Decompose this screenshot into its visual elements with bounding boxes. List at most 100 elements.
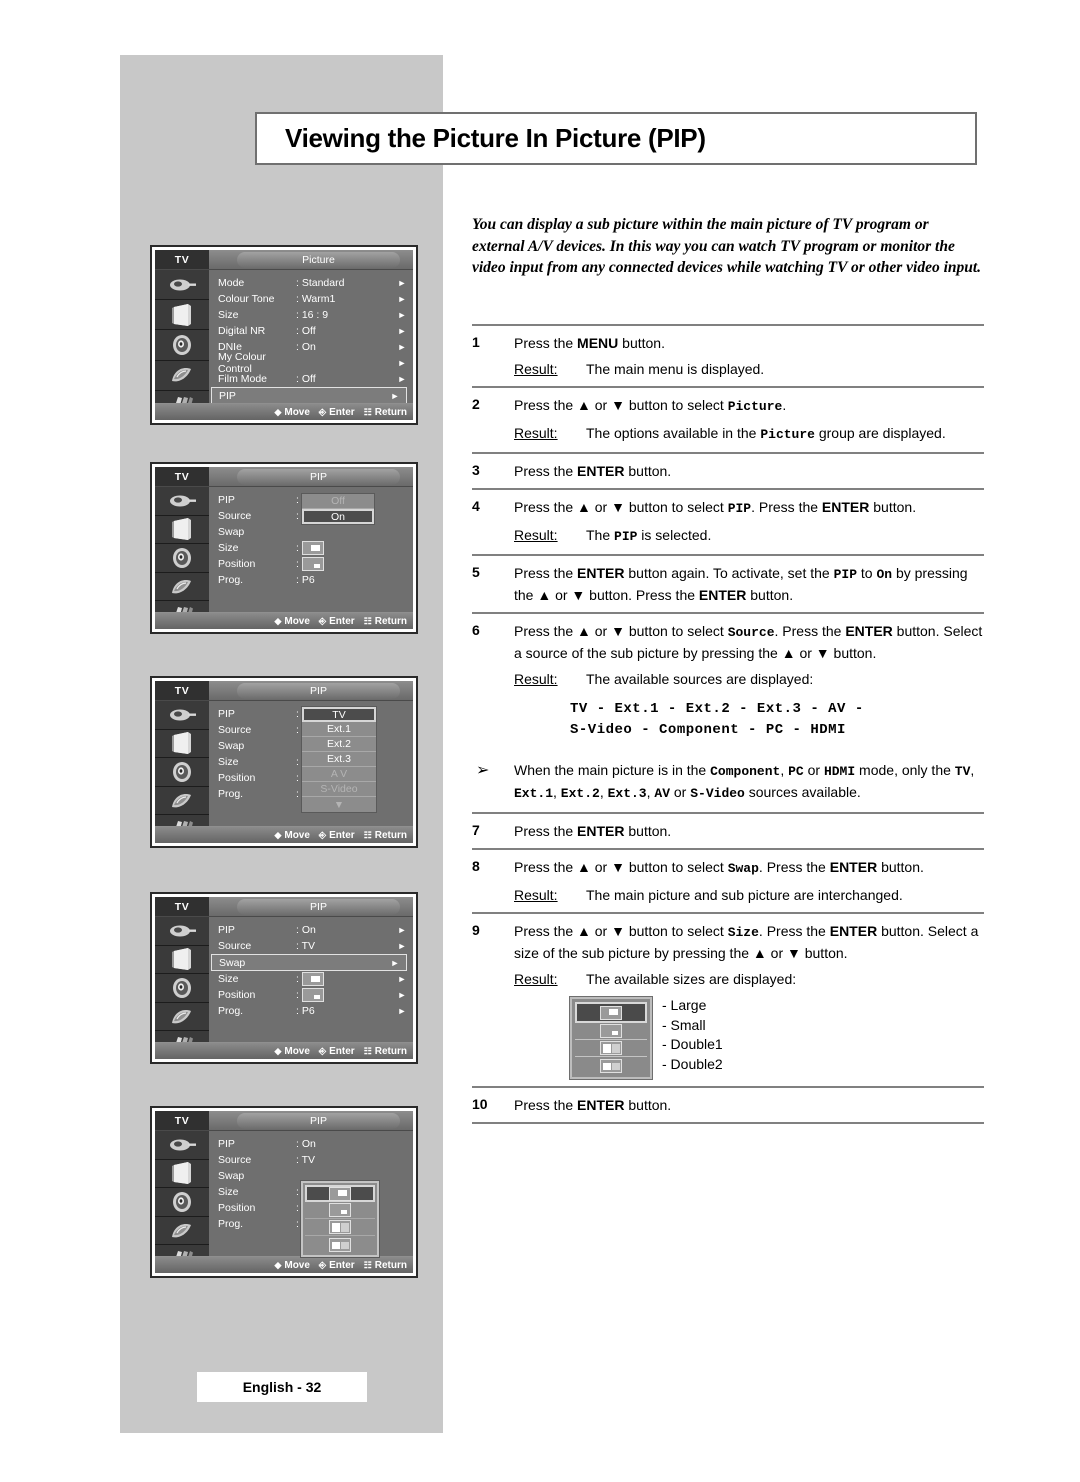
pip-size-glyph-small-icon xyxy=(600,1024,622,1038)
step-number: 7 xyxy=(472,822,480,838)
osd-tv-badge: TV xyxy=(155,250,209,269)
osd-popup-item[interactable]: Ext.1 xyxy=(302,722,376,737)
input-plug-icon[interactable] xyxy=(155,701,209,730)
osd-menu-row[interactable]: Swap xyxy=(209,524,413,540)
sound-speaker-icon[interactable] xyxy=(155,330,209,361)
osd-titlebar: TV PIP xyxy=(155,467,413,487)
osd-menu-row[interactable]: Size : xyxy=(209,540,413,556)
osd-popup-item[interactable] xyxy=(305,1236,375,1253)
feature-icon[interactable] xyxy=(155,1217,209,1246)
input-plug-icon[interactable] xyxy=(155,1131,209,1160)
osd-menu-row[interactable]: PIP : On ► xyxy=(209,922,413,938)
osd-menu-row[interactable]: Prog. : P6 ► xyxy=(209,1003,413,1019)
osd-menu-row[interactable]: Colour Tone : Warm1 ► xyxy=(209,291,413,307)
osd-menu-row[interactable]: Position : xyxy=(209,556,413,572)
osd-titlebar: TV PIP xyxy=(155,1111,413,1131)
osd-popup-item[interactable]: TV xyxy=(302,707,376,722)
feature-icon[interactable] xyxy=(155,787,209,816)
picture-tv-icon[interactable] xyxy=(155,300,209,331)
step-text: Press the ENTER button. xyxy=(514,463,672,479)
instruction-step: 3 Press the ENTER button. xyxy=(472,454,984,488)
osd-onoff-popup[interactable]: Off On xyxy=(301,493,375,525)
result-label: Result: xyxy=(514,527,558,543)
osd-popup-item[interactable]: Off xyxy=(302,494,374,509)
enter-key-icon: ⎆ xyxy=(318,615,327,626)
result-text: The available sizes are displayed: xyxy=(586,971,797,987)
osd-row-label: Swap xyxy=(218,740,245,752)
step-text: Press the ▲ or ▼ button to select Pictur… xyxy=(514,395,984,445)
osd-popup-item[interactable]: Ext.3 xyxy=(302,752,376,767)
osd-popup-item[interactable]: On xyxy=(302,509,374,524)
step-result: Result: The options available in the Pic… xyxy=(514,423,984,445)
osd-popup-item[interactable] xyxy=(305,1202,375,1219)
osd-row-label: Prog. xyxy=(218,1005,244,1017)
size-option-cell[interactable] xyxy=(575,1023,647,1040)
feature-icon[interactable] xyxy=(155,573,209,602)
osd-popup-item[interactable] xyxy=(305,1219,375,1236)
size-option-cell[interactable] xyxy=(575,1002,647,1023)
osd-screenshot-5: TV PIP PIP : On Source : TV Swap Size : xyxy=(150,1106,418,1278)
return-key-icon: ☷ xyxy=(363,406,372,417)
sound-speaker-icon[interactable] xyxy=(155,544,209,573)
osd-popup-item[interactable]: A V xyxy=(302,767,376,782)
osd-row-label: Size xyxy=(218,309,239,321)
note-bullet-icon: ➢ xyxy=(476,762,490,779)
osd-row-label: PIP xyxy=(218,1138,235,1150)
input-plug-icon[interactable] xyxy=(155,487,209,516)
osd-row-arrow-icon: ► xyxy=(390,957,400,968)
picture-tv-icon[interactable] xyxy=(155,730,209,759)
size-label-list: - Large - Small - Double1 - Double2 xyxy=(662,997,723,1079)
step-number: 1 xyxy=(472,334,480,350)
picture-tv-icon[interactable] xyxy=(155,516,209,545)
osd-menu-row[interactable]: My Colour Control ► xyxy=(209,351,413,375)
osd-menu-row[interactable]: Source : TV ► xyxy=(209,938,413,954)
size-option-cell[interactable] xyxy=(575,1040,647,1057)
osd-popup-item[interactable]: Ext.2 xyxy=(302,737,376,752)
osd-menu-row[interactable]: Size : ► xyxy=(209,971,413,987)
osd-row-value: : Off xyxy=(296,373,316,385)
sound-speaker-icon[interactable] xyxy=(155,1188,209,1217)
osd-icon-sidebar xyxy=(155,1131,209,1273)
osd-screenshot-3: TV PIP PIP : Source : Swap Size : Positi… xyxy=(150,676,418,848)
instruction-step: 4 Press the ▲ or ▼ button to select PIP.… xyxy=(472,490,984,554)
page-title-box: Viewing the Picture In Picture (PIP) xyxy=(255,112,977,165)
osd-menu-row[interactable]: Swap ► xyxy=(211,954,407,971)
osd-menu-row[interactable]: Source : TV xyxy=(209,1152,413,1168)
osd-size-popup[interactable] xyxy=(300,1180,380,1258)
osd-row-label: Swap xyxy=(219,956,246,969)
note-row: ➢ When the main picture is in the Compon… xyxy=(472,748,984,812)
result-text: The available sources are displayed: xyxy=(586,671,814,687)
osd-row-arrow-icon: ► xyxy=(397,294,407,304)
osd-menu-row[interactable]: Size : 16 : 9 ► xyxy=(209,307,413,323)
osd-popup-item[interactable] xyxy=(305,1185,375,1202)
osd-menu-row[interactable]: PIP : On xyxy=(209,1136,413,1152)
osd-popup-item[interactable]: S-Video xyxy=(302,782,376,797)
sound-speaker-icon[interactable] xyxy=(155,758,209,787)
osd-tab-label: Picture xyxy=(237,252,400,268)
feature-icon[interactable] xyxy=(155,1003,209,1032)
return-key-icon: ☷ xyxy=(363,1045,372,1056)
osd-popup-item[interactable]: ▼ xyxy=(302,797,376,812)
input-plug-icon[interactable] xyxy=(155,917,209,946)
osd-menu-row[interactable]: Mode : Standard ► xyxy=(209,275,413,291)
osd-menu-row[interactable]: PIP ► xyxy=(211,387,407,404)
osd-row-label: Size xyxy=(218,1186,239,1198)
pip-size-glyph-large-icon xyxy=(600,1005,622,1020)
osd-menu-row[interactable]: Position : ► xyxy=(209,987,413,1003)
osd-hint-move: ◆ Move xyxy=(274,1045,310,1057)
osd-hint-return: ☷ Return xyxy=(363,1259,407,1271)
picture-tv-icon[interactable] xyxy=(155,1160,209,1189)
osd-row-arrow-icon: ► xyxy=(397,310,407,320)
osd-menu-row[interactable]: Prog. : P6 xyxy=(209,572,413,588)
picture-tv-icon[interactable] xyxy=(155,946,209,975)
osd-row-label: Size xyxy=(218,973,239,985)
osd-row-label: Colour Tone xyxy=(218,293,275,305)
osd-menu-row[interactable]: Digital NR : Off ► xyxy=(209,323,413,339)
osd-hint-enter: ⎆ Enter xyxy=(318,1045,355,1057)
osd-menu-row[interactable]: Film Mode : Off ► xyxy=(209,371,413,387)
sound-speaker-icon[interactable] xyxy=(155,974,209,1003)
input-plug-icon[interactable] xyxy=(155,270,209,301)
osd-source-popup[interactable]: TV Ext.1 Ext.2 Ext.3 A V S-Video ▼ xyxy=(301,706,377,813)
size-option-cell[interactable] xyxy=(575,1057,647,1074)
feature-icon[interactable] xyxy=(155,361,209,391)
